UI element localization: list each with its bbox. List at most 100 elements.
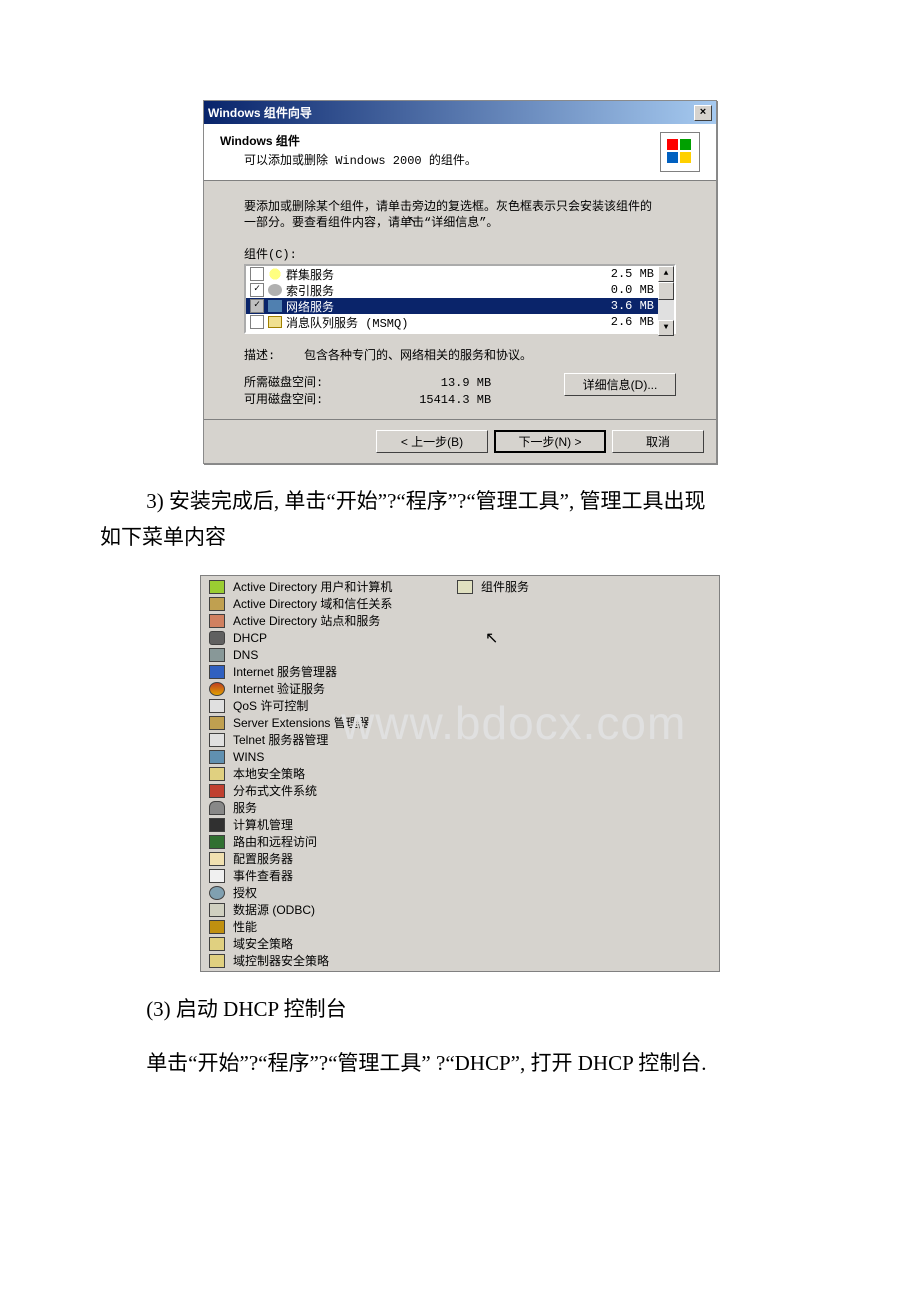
menu-item-label: Active Directory 站点和服务 [233,612,380,629]
mi-secpol-icon [209,767,225,781]
menu-item-label: Active Directory 域和信任关系 [233,595,392,612]
component-row[interactable]: 群集服务2.5 MB [246,266,658,282]
body-text-line1: 要添加或删除某个组件，请单击旁边的复选框。灰色框表示只会安装该组件的 [244,199,676,215]
mi-comsvc-icon [457,580,473,594]
required-space-label: 所需磁盘空间: [244,373,384,390]
component-name: 群集服务 [286,266,584,283]
menu-item-label: Internet 验证服务 [233,680,325,697]
description-text: 包含各种专门的、网络相关的服务和协议。 [304,346,532,363]
menu-item[interactable]: 授权 [205,884,445,901]
description-label: 描述: [244,346,304,363]
menu-item-label: 域控制器安全策略 [233,952,329,969]
details-button[interactable]: 详细信息(D)... [564,373,676,396]
menu-item-label: Active Directory 用户和计算机 [233,578,392,595]
menu-item-label: 组件服务 [481,578,529,595]
menu-item-label: 分布式文件系统 [233,782,317,799]
menu-item[interactable]: 路由和远程访问 [205,833,445,850]
paragraph-dhcp-open: 单击“开始”?“程序”?“管理工具” ?“DHCP”, 打开 DHCP 控制台. [100,1046,820,1082]
menu-item[interactable]: 数据源 (ODBC) [205,901,445,918]
dialog-title: Windows 组件向导 [208,104,694,121]
checkbox[interactable]: ✓ [250,283,264,297]
menu-item[interactable]: 性能 [205,918,445,935]
cursor-icon: ↖ [485,628,498,648]
paragraph-step3: 3) 安装完成后, 单击“开始”?“程序”?“管理工具”, 管理工具出现 如下菜… [100,484,820,555]
component-row[interactable]: ✓网络服务3.6 MB [246,298,658,314]
admin-tools-menu: Active Directory 用户和计算机Active Directory … [200,575,720,972]
mi-odbc-icon [209,903,225,917]
scroll-up-icon[interactable]: ▲ [658,266,674,282]
mi-event-icon [209,869,225,883]
component-icon [268,284,282,296]
menu-item-label: 数据源 (ODBC) [233,901,315,918]
component-name: 网络服务 [286,298,584,315]
menu-item[interactable]: 配置服务器 [205,850,445,867]
header-subtitle: 可以添加或删除 Windows 2000 的组件。 [220,149,650,168]
scroll-thumb[interactable] [658,282,674,300]
mi-ad2-icon [209,597,225,611]
menu-item[interactable]: 事件查看器 [205,867,445,884]
available-space-label: 可用磁盘空间: [244,390,384,407]
mi-ad1-icon [209,580,225,594]
mi-dsec-icon [209,937,225,951]
cancel-button[interactable]: 取消 [612,430,704,453]
next-button[interactable]: 下一步(N) > [494,430,606,453]
component-name: 消息队列服务 (MSMQ) [286,314,584,331]
component-icon [268,316,282,328]
close-icon[interactable]: × [694,105,712,121]
menu-item-label: 本地安全策略 [233,765,305,782]
mi-cfg-icon [209,852,225,866]
menu-item-label: 计算机管理 [233,816,293,833]
menu-item[interactable]: 本地安全策略 [205,765,445,782]
menu-item[interactable]: Active Directory 用户和计算机 [205,578,445,595]
mi-lic-icon [209,886,225,900]
component-row[interactable]: 消息队列服务 (MSMQ)2.6 MB [246,314,658,330]
mi-services-icon [209,801,225,815]
menu-item[interactable]: 服务 [205,799,445,816]
windows-components-dialog: Windows 组件向导 × Windows 组件 可以添加或删除 Window… [203,100,717,464]
menu-item[interactable]: Internet 服务管理器 [205,663,445,680]
checkbox[interactable] [250,267,264,281]
menu-item[interactable]: 组件服务 [453,578,715,595]
checkbox[interactable]: ✓ [250,299,264,313]
menu-item-label: 配置服务器 [233,850,293,867]
header-title: Windows 组件 [220,132,650,149]
menu-item-label: 性能 [233,918,257,935]
dialog-footer: < 上一步(B) 下一步(N) > 取消 [204,419,716,463]
scroll-down-icon[interactable]: ▼ [658,320,674,336]
menu-item[interactable]: Telnet 服务器管理 [205,731,445,748]
menu-item-label: DHCP [233,631,267,645]
scrollbar[interactable]: ▲ ▼ [658,266,674,332]
menu-item[interactable]: 分布式文件系统 [205,782,445,799]
menu-item[interactable]: 域安全策略 [205,935,445,952]
menu-item[interactable]: QoS 许可控制 [205,697,445,714]
menu-item[interactable]: Active Directory 域和信任关系 [205,595,445,612]
mi-iis-icon [209,665,225,679]
menu-item[interactable]: 计算机管理 [205,816,445,833]
component-size: 2.5 MB [584,267,654,281]
available-space-value: 15414.3 MB [391,393,491,407]
menu-item-label: 域安全策略 [233,935,293,952]
dialog-titlebar: Windows 组件向导 × [204,101,716,124]
menu-item[interactable]: DNS [205,646,445,663]
mi-dhcp-icon [209,631,225,645]
component-size: 2.6 MB [584,315,654,329]
menu-item[interactable]: Active Directory 站点和服务 [205,612,445,629]
menu-item-label: 路由和远程访问 [233,833,317,850]
components-label: 组件(C): [244,245,676,262]
mi-telnet-icon [209,733,225,747]
mi-se-icon [209,716,225,730]
mi-compmg-icon [209,818,225,832]
menu-item[interactable]: Internet 验证服务 [205,680,445,697]
component-row[interactable]: ✓索引服务0.0 MB [246,282,658,298]
mi-dcsec-icon [209,954,225,968]
menu-item-label: 授权 [233,884,257,901]
menu-item[interactable]: WINS [205,748,445,765]
menu-item-label: QoS 许可控制 [233,697,308,714]
menu-item[interactable]: DHCP [205,629,445,646]
components-listbox[interactable]: 群集服务2.5 MB✓索引服务0.0 MB✓网络服务3.6 MB消息队列服务 (… [244,264,676,334]
checkbox[interactable] [250,315,264,329]
menu-item[interactable]: 域控制器安全策略 [205,952,445,969]
component-name: 索引服务 [286,282,584,299]
menu-item[interactable]: Server Extensions 管理器 [205,714,445,731]
back-button[interactable]: < 上一步(B) [376,430,488,453]
